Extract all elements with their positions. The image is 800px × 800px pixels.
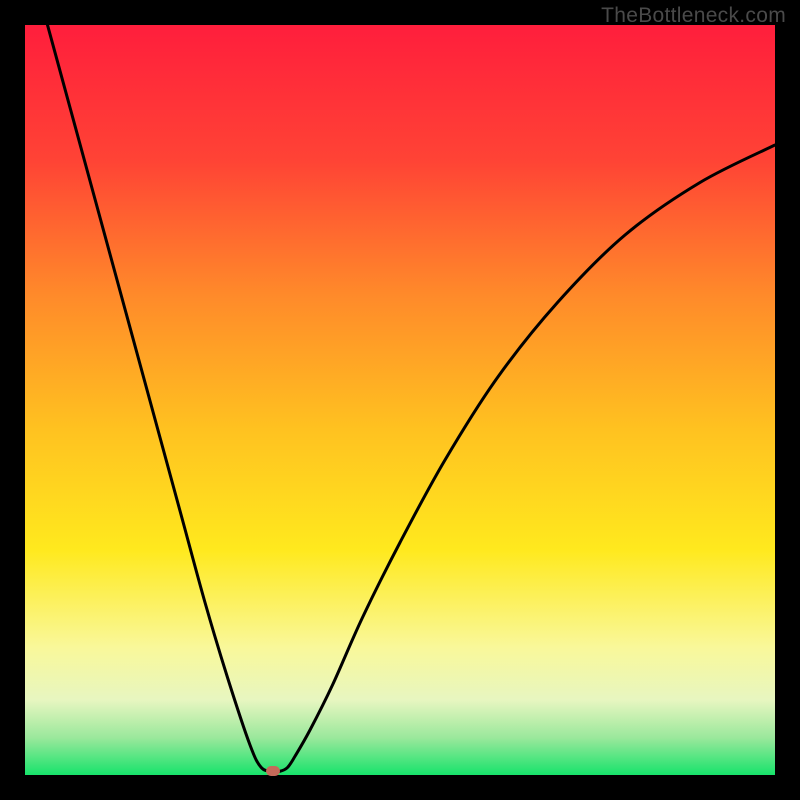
gradient-background xyxy=(25,25,775,775)
optimum-marker xyxy=(266,766,280,776)
chart-container: TheBottleneck.com xyxy=(0,0,800,800)
plot-svg xyxy=(25,25,775,775)
plot-area xyxy=(25,25,775,775)
